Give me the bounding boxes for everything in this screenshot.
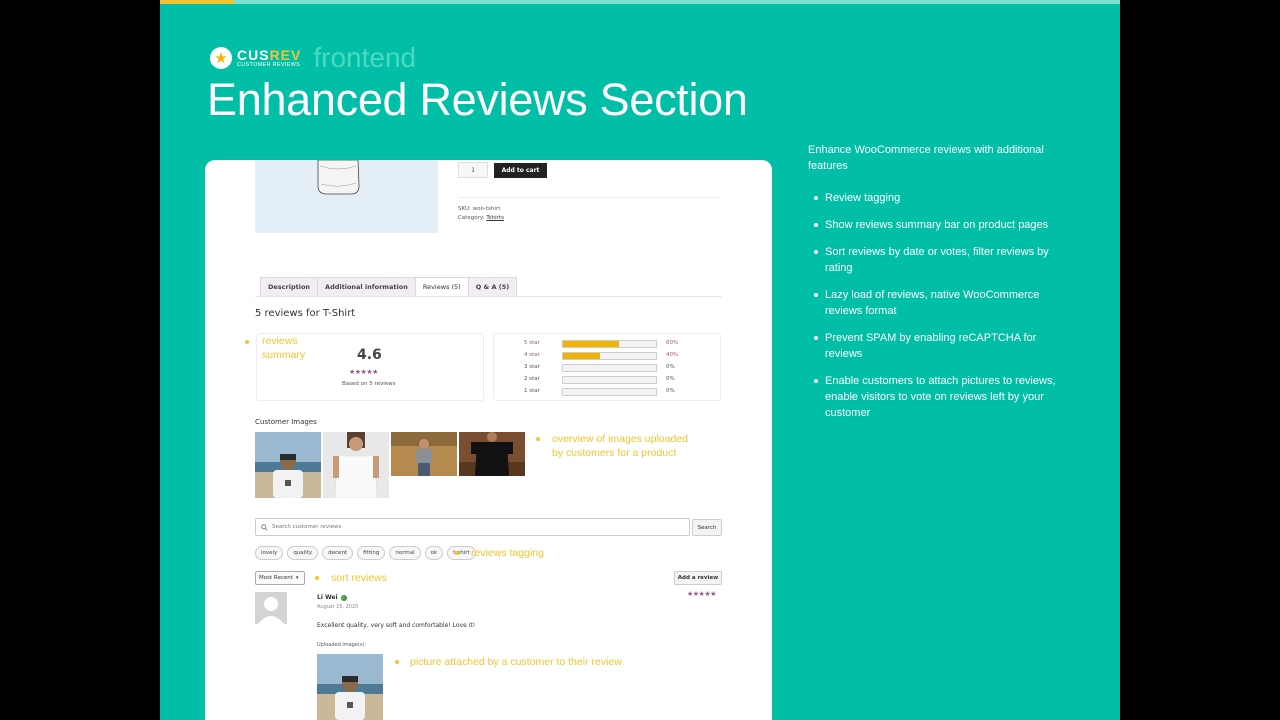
tag-chip[interactable]: quality [287,546,319,560]
tag-chip[interactable]: decent [322,546,354,560]
customer-images-title: Customer Images [255,418,317,426]
feature-item: Review tagging [808,190,1068,206]
bar-label: 2 star [524,376,540,382]
average-stars: ★★★★★ [349,368,378,376]
review-text: Excellent quality, very soft and comfort… [317,622,476,629]
star-logo-icon: ★ [210,47,232,69]
bar-label: 5 star [524,340,540,346]
bar-percent: 0% [666,376,675,382]
verified-icon: ✓ [340,594,347,601]
bar-percent: 0% [666,364,675,370]
product-page-card: 1 Add to cart SKU: woo-tshirt Category: … [205,160,772,720]
feature-item: Sort reviews by date or votes, filter re… [808,244,1068,276]
feature-item: Enable customers to attach pictures to r… [808,373,1068,421]
tag-chip[interactable]: lovely [255,546,284,560]
avatar [255,592,287,624]
based-on-count: Based on 5 reviews [342,381,396,387]
page-title: Enhanced Reviews Section [207,74,748,125]
bar-label: 4 star [524,352,540,358]
annotation-bullet [315,576,319,580]
rating-bar-row[interactable]: 1 star 0% [494,387,722,397]
category-link[interactable]: Tshirts [486,215,504,221]
customer-image[interactable] [459,432,525,476]
tab-reviews[interactable]: Reviews (5) [414,277,469,296]
annotation-reviews-summary: reviews summary [262,335,306,361]
annotation-bullet [536,437,540,441]
bar-label: 1 star [524,388,540,394]
tag-chip[interactable]: normal [389,546,421,560]
product-image [255,160,438,233]
bar-track [562,364,657,372]
rating-bar-row[interactable]: 3 star 0% [494,363,722,373]
customer-image[interactable] [323,432,389,498]
tag-chip[interactable]: fitting [357,546,386,560]
bar-track [562,352,657,360]
review-image[interactable] [317,654,383,720]
rating-bars-box: 5 star 60% 4 star 40% 3 star 0% 2 star 0… [493,333,721,401]
bar-track [562,388,657,396]
review-stars: ★★★★★ [687,590,716,598]
annotation-reviews-tagging: reviews tagging [471,547,544,559]
customer-image[interactable] [255,432,321,498]
slide: ★ CUSREV CUSTOMER REVIEWS frontend Enhan… [160,0,1120,720]
annotation-bullet [455,551,459,555]
annotation-bullet [395,660,399,664]
bar-track [562,376,657,384]
intro-text: Enhance WooCommerce reviews with additio… [808,144,1044,172]
bar-fill [563,341,619,347]
tab-qa[interactable]: Q & A (5) [467,277,518,296]
bar-track [562,340,657,348]
feature-item: Show reviews summary bar on product page… [808,217,1068,233]
rating-bar-row[interactable]: 2 star 0% [494,375,722,385]
annotation-sort-reviews: sort reviews [331,572,388,584]
sort-select[interactable]: Most Recent ▾ [255,571,305,585]
uploaded-images-label: Uploaded image(s): [317,642,367,648]
brand: ★ CUSREV CUSTOMER REVIEWS frontend [210,42,416,74]
rating-bar-row[interactable]: 5 star 60% [494,339,722,349]
feature-item: Lazy load of reviews, native WooCommerce… [808,287,1068,319]
annotation-bullet [245,340,249,344]
average-rating: 4.6 [357,347,382,363]
product-tabs: Description Additional information Revie… [260,277,518,296]
search-button[interactable]: Search [692,519,722,536]
product-category: Category: Tshirts [458,215,504,221]
tab-description[interactable]: Description [260,277,319,296]
video-progress-fill [160,0,234,4]
reviews-title: 5 reviews for T-Shirt [255,308,356,319]
annotation-images-overview: overview of images uploaded by customers… [552,433,688,459]
bar-label: 3 star [524,364,540,370]
tshirt-icon [317,160,360,195]
customer-image[interactable] [391,432,457,476]
annotation-picture-attached: picture attached by a customer to their … [410,656,622,668]
bar-percent: 40% [666,352,679,358]
product-sku: SKU: woo-tshirt [458,206,501,212]
search-input[interactable]: Search customer reviews [255,518,690,536]
brand-tag: frontend [313,42,417,73]
tag-chip[interactable]: ok [424,546,444,560]
reviewer-name: Li Wei ✓ [317,594,347,601]
review-tags: lovely quality decent fitting normal ok … [255,546,480,560]
divider [255,296,722,297]
review-date: August 15, 2020 [317,604,359,610]
bar-percent: 60% [666,340,679,346]
rating-bar-row[interactable]: 4 star 40% [494,351,722,361]
divider [458,197,721,198]
bar-fill [563,353,601,359]
add-to-cart-button[interactable]: Add to cart [494,163,547,178]
brand-subtitle: CUSTOMER REVIEWS [237,61,301,68]
brand-name: CUSREV [237,46,302,63]
add-review-button[interactable]: Add a review [674,571,722,585]
video-progress-bar[interactable] [160,0,1120,4]
brand-text: CUSREV CUSTOMER REVIEWS [237,48,301,69]
chevron-down-icon: ▾ [295,575,299,581]
feature-item: Prevent SPAM by enabling reCAPTCHA for r… [808,330,1068,362]
quantity-input[interactable]: 1 [458,162,488,178]
feature-list: Review tagging Show reviews summary bar … [808,190,1068,432]
search-icon [261,523,268,531]
search-placeholder: Search customer reviews [272,524,342,530]
tab-additional-information[interactable]: Additional information [317,277,416,296]
bar-percent: 0% [666,388,675,394]
